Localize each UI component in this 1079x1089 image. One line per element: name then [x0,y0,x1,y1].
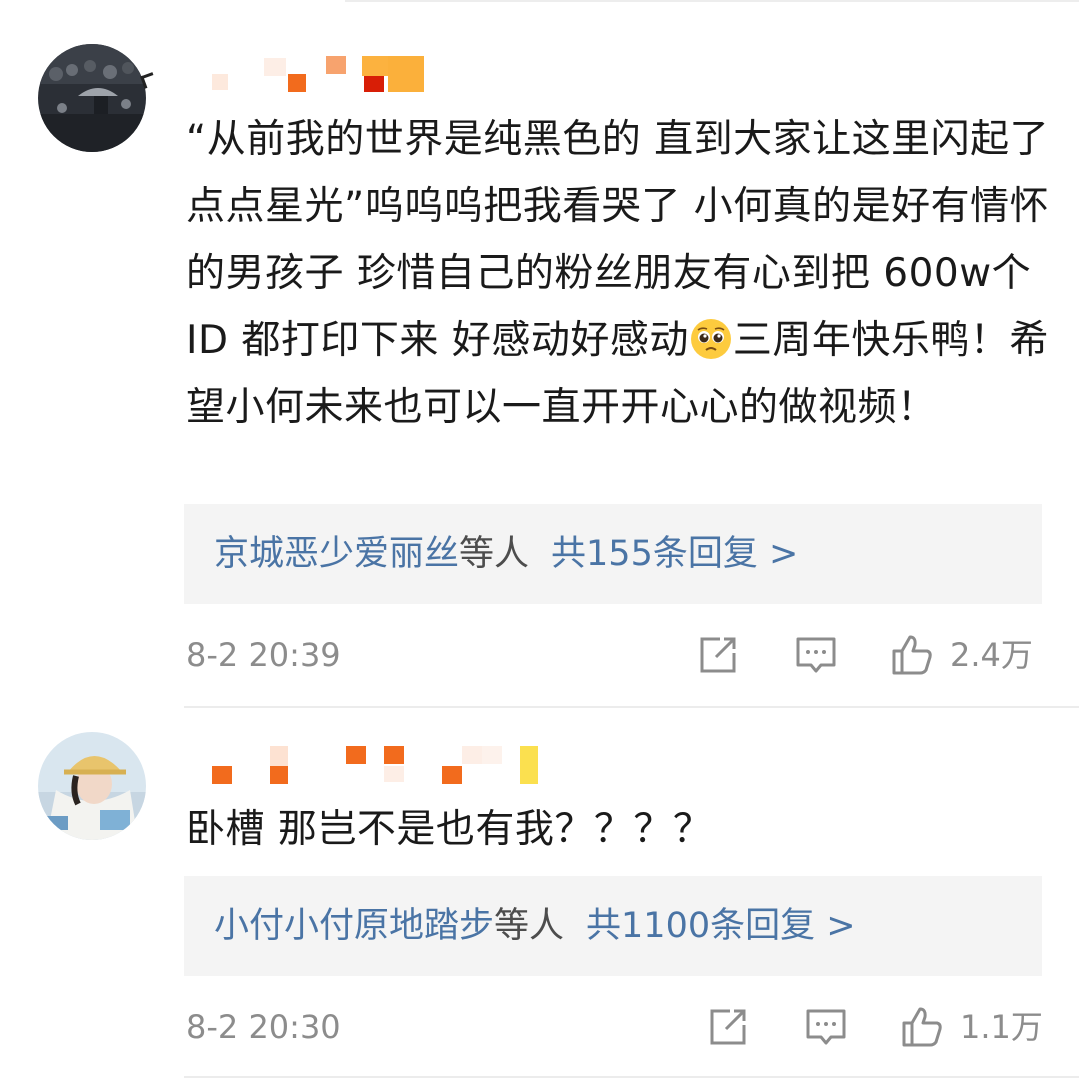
mosaic-block [270,766,288,784]
pleading-face-emoji [690,319,731,359]
comment-text-main: 卧槽 那岂不是也有我？？？？ [186,807,713,852]
mosaic-block [362,56,388,76]
reply-count-link[interactable]: 共1100条回复 > [586,906,856,946]
comment-divider [184,706,1079,708]
username-mosaic[interactable] [186,56,446,92]
mosaic-block [212,74,228,90]
mosaic-block [462,746,482,764]
comment-meta-row: 8-2 20:30 1.1万 [186,1002,1046,1052]
mosaic-block [388,56,424,92]
mosaic-block [288,74,306,92]
share-icon[interactable] [696,633,740,677]
reply-etc-label: 等人 [459,534,530,574]
username-mosaic[interactable] [186,746,546,784]
mosaic-block [482,746,502,764]
mosaic-block [520,746,538,784]
like-icon[interactable] [890,633,934,677]
comment-text: “从前我的世界是纯黑色的 直到大家让这里闪起了点点星光”呜呜呜把我看哭了 小何真… [186,106,1056,441]
avatar[interactable] [38,732,146,840]
like-icon[interactable] [900,1005,944,1049]
comment-item: “从前我的世界是纯黑色的 直到大家让这里闪起了点点星光”呜呜呜把我看哭了 小何真… [0,0,1079,708]
like-count: 2.4万 [950,636,1033,674]
comment-meta-row: 8-2 20:39 2.4万 [186,630,1046,680]
mosaic-block [384,746,404,764]
reply-summary-box[interactable]: 小付小付原地踏步等人 共1100条回复 > [184,876,1042,976]
reply-etc-label: 等人 [494,906,565,946]
mosaic-block [212,766,232,784]
mosaic-block [346,746,366,764]
mosaic-block [442,766,462,784]
timestamp: 8-2 20:30 [186,1008,341,1046]
reply-user-link[interactable]: 京城恶少爱丽丝 [214,534,459,574]
avatar-photo [38,44,146,152]
comment-divider [184,1076,1079,1078]
mosaic-block [326,56,346,74]
mosaic-block [264,58,286,76]
timestamp: 8-2 20:39 [186,636,341,674]
reply-icon[interactable] [804,1005,848,1049]
reply-count-link[interactable]: 共155条回复 > [551,534,798,574]
mosaic-block [384,766,404,782]
like-count: 1.1万 [960,1008,1043,1046]
comment-text: 卧槽 那岂不是也有我？？？？ [186,796,1056,863]
mosaic-block [364,76,384,92]
avatar-photo [38,732,146,840]
reply-user-link[interactable]: 小付小付原地踏步 [214,906,494,946]
avatar[interactable] [38,44,146,152]
reply-icon[interactable] [794,633,838,677]
share-icon[interactable] [706,1005,750,1049]
reply-summary-box[interactable]: 京城恶少爱丽丝等人 共155条回复 > [184,504,1042,604]
mosaic-block [270,746,288,766]
comment-item: 卧槽 那岂不是也有我？？？？ 小付小付原地踏步等人 共1100条回复 > 8-2 … [0,716,1079,1089]
